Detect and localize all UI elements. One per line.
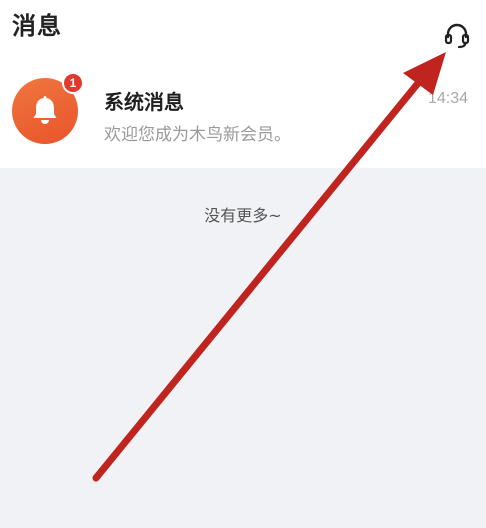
- page-title: 消息: [12, 12, 62, 40]
- customer-service-button[interactable]: [440, 18, 474, 52]
- bell-icon: [33, 96, 57, 124]
- list-item-system-message[interactable]: 1 系统消息 欢迎您成为木鸟新会员。 14:34: [0, 64, 486, 168]
- message-preview: 欢迎您成为木鸟新会员。: [104, 125, 291, 145]
- messages-page: 消息 1 系统消息 欢迎您成为木鸟新会员。 14:34 没有更多~: [0, 0, 486, 528]
- unread-badge: 1: [62, 72, 84, 94]
- avatar: 1: [12, 72, 84, 144]
- no-more-text: 没有更多~: [204, 206, 282, 225]
- message-title: 系统消息: [104, 90, 184, 114]
- headset-icon: [444, 23, 470, 49]
- header-bar: 消息: [0, 0, 486, 64]
- message-time: 14:34: [427, 90, 468, 107]
